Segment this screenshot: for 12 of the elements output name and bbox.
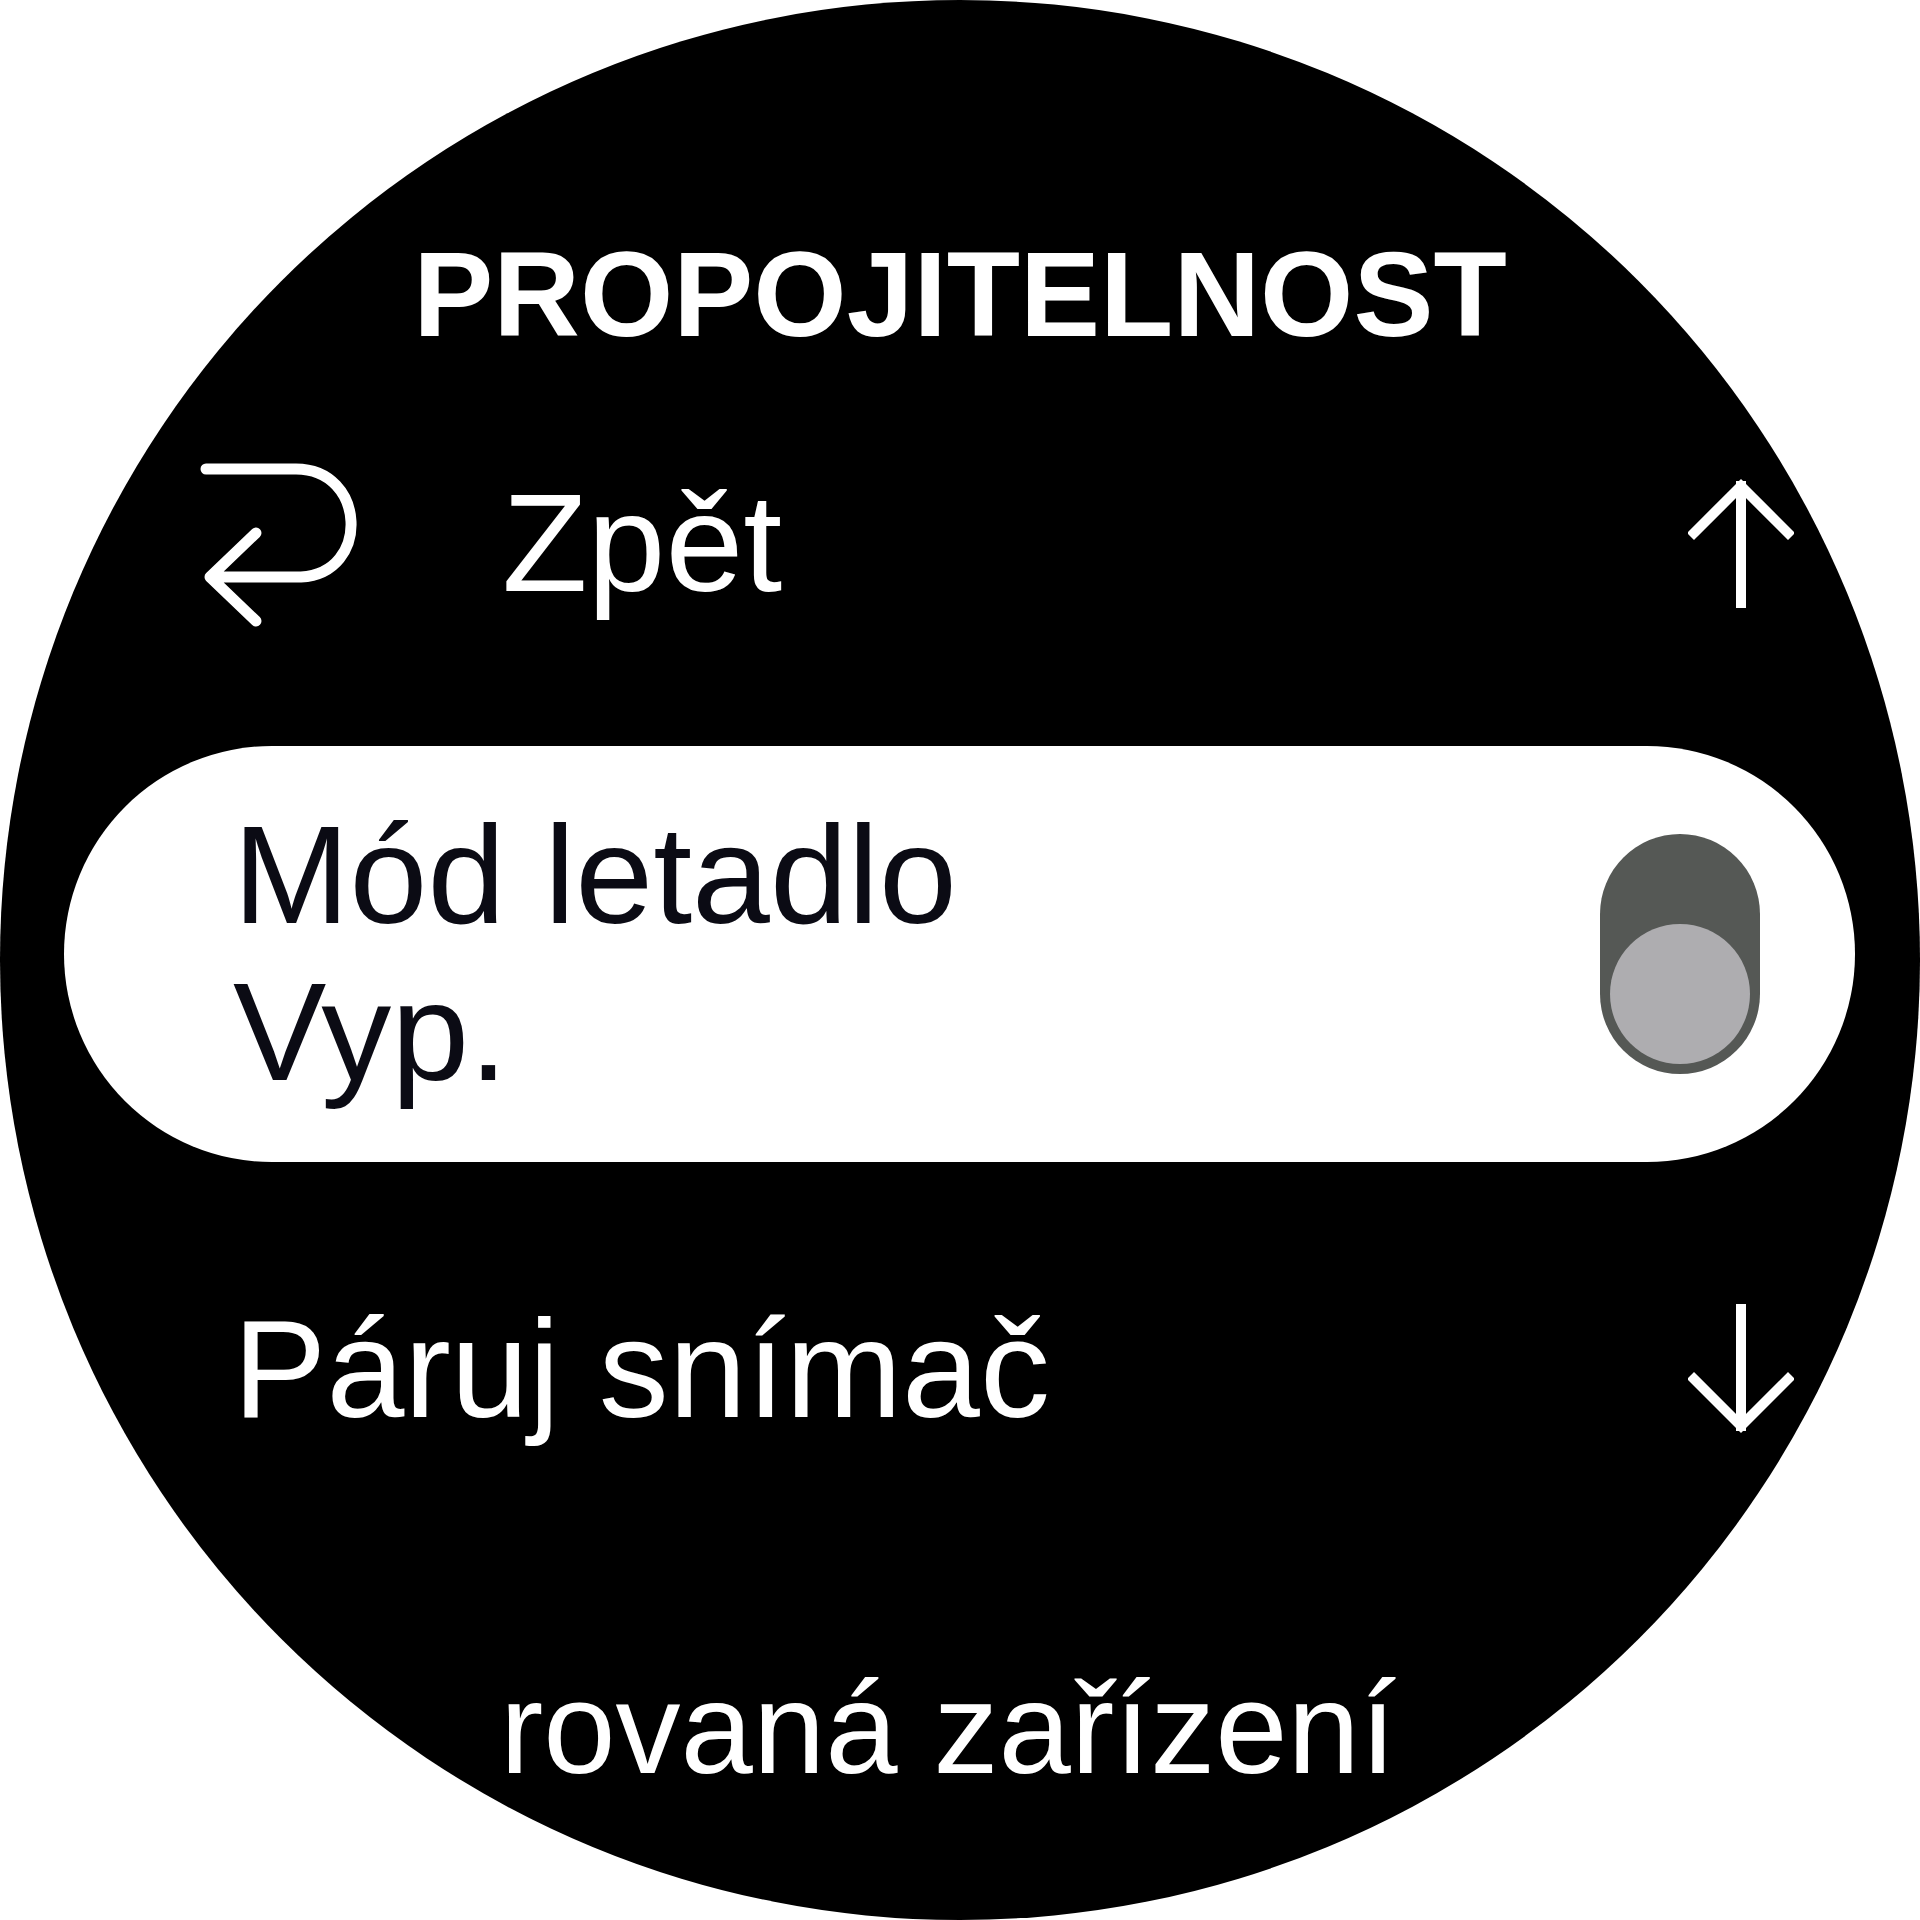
menu-item[interactable]: Zpět bbox=[0, 458, 1920, 628]
menu-item[interactable]: Páruj snímač bbox=[0, 1284, 1920, 1454]
menu-item-highlight[interactable]: Mód letadlo Vyp. bbox=[64, 746, 1855, 1162]
toggle-state-label: Vyp. bbox=[233, 954, 509, 1111]
down-arrow-icon bbox=[1688, 1304, 1794, 1434]
menu-item-label: Zpět bbox=[502, 464, 784, 622]
up-arrow-icon bbox=[1688, 478, 1794, 608]
screen-title: PROPOJITELNOST bbox=[412, 226, 1508, 363]
menu-item-label: Mód letadlo bbox=[233, 797, 958, 954]
menu-item-label: rovaná zařízení bbox=[500, 1656, 1398, 1802]
menu-item[interactable]: rovaná zařízení bbox=[0, 1644, 1920, 1814]
menu-item-label: Páruj snímač bbox=[233, 1290, 1051, 1448]
